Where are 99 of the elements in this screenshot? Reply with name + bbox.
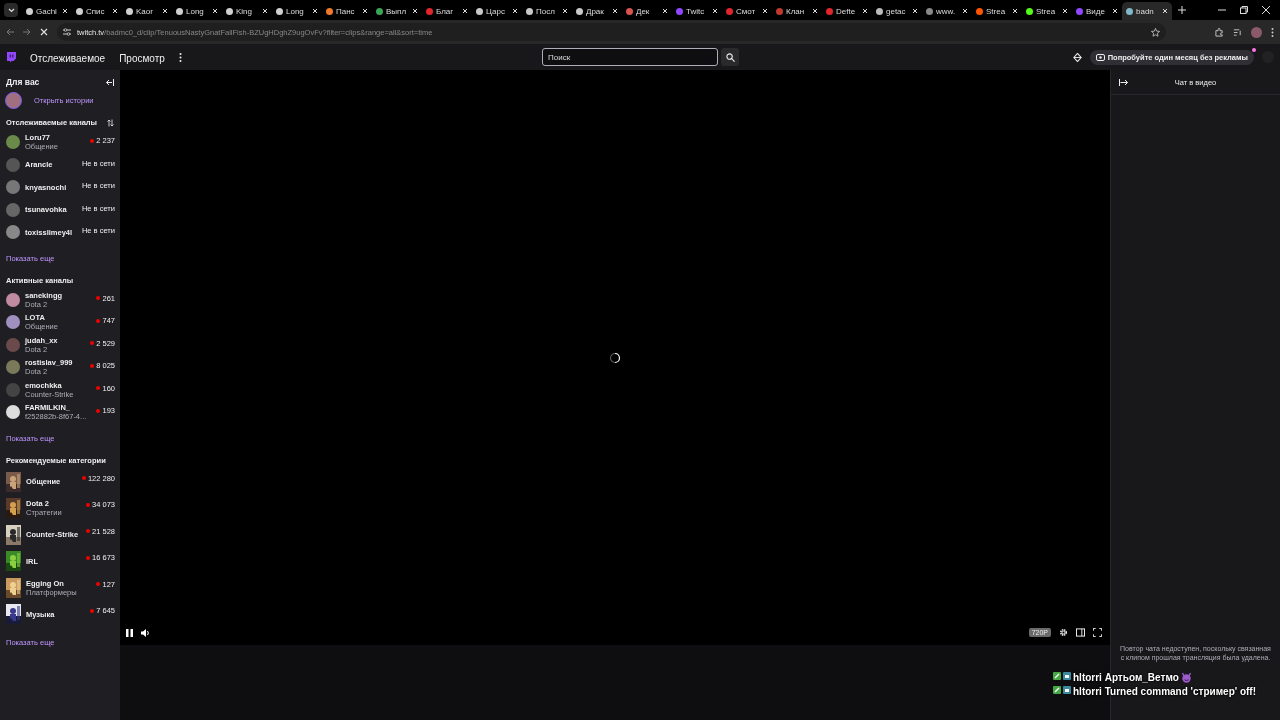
avatar-icon	[6, 292, 20, 307]
forward-icon[interactable]	[23, 28, 31, 36]
bookmark-star-icon[interactable]	[1151, 27, 1160, 37]
close-icon[interactable]	[1262, 6, 1270, 14]
close-icon[interactable]	[1012, 8, 1018, 14]
browser-tab[interactable]: Посл	[522, 2, 572, 20]
close-icon[interactable]	[1062, 8, 1068, 14]
avatar-icon	[6, 157, 20, 172]
close-icon[interactable]	[1162, 8, 1168, 14]
nav-link[interactable]: Отслеживаемое	[30, 53, 106, 64]
sort-icon[interactable]	[107, 118, 114, 127]
close-icon[interactable]	[212, 8, 218, 14]
loading-spinner-icon	[609, 351, 621, 364]
browser-tab[interactable]: Выпл	[372, 2, 422, 20]
tab-search-button[interactable]	[4, 3, 18, 17]
more-icon[interactable]	[178, 53, 182, 63]
avatar-icon	[6, 315, 20, 330]
browser-tab[interactable]: Смот	[722, 2, 772, 20]
browser-tab[interactable]: Панс	[322, 2, 372, 20]
close-icon[interactable]	[662, 8, 668, 14]
close-icon[interactable]	[412, 8, 418, 14]
avatar-icon	[6, 202, 20, 217]
site-info-icon[interactable]	[63, 28, 71, 36]
browser-tab[interactable]: Long	[272, 2, 322, 20]
avatar-icon[interactable]	[5, 92, 22, 109]
close-icon[interactable]	[112, 8, 118, 14]
stop-icon[interactable]	[40, 28, 48, 36]
caret-icon	[7, 7, 15, 13]
overlay-chat-message: hltorri Turned command 'стример' off!	[1073, 686, 1256, 698]
avatar-icon	[6, 225, 20, 240]
close-icon[interactable]	[812, 8, 818, 14]
browser-tab[interactable]: badn	[1122, 2, 1172, 20]
avatar-icon	[6, 360, 20, 375]
expand-chat-icon[interactable]	[1119, 78, 1128, 86]
close-icon[interactable]	[862, 8, 868, 14]
twitch-logo-icon[interactable]	[6, 51, 16, 63]
theater-mode-icon[interactable]	[1076, 628, 1085, 637]
browser-tab[interactable]: Gachi	[22, 2, 72, 20]
bot-badge-icon	[1063, 686, 1071, 694]
avatar-icon	[6, 180, 20, 195]
browser-tab[interactable]: Клан	[772, 2, 822, 20]
close-icon[interactable]	[162, 8, 168, 14]
back-icon[interactable]	[6, 28, 14, 36]
close-icon[interactable]	[562, 8, 568, 14]
close-icon[interactable]	[962, 8, 968, 14]
avatar-icon	[6, 135, 20, 150]
overlay-chat-message: hltorri Артьом_Ветмо	[1073, 672, 1179, 684]
browser-tab[interactable]: Царс	[472, 2, 522, 20]
avatar-icon	[6, 337, 20, 352]
close-icon[interactable]	[462, 8, 468, 14]
close-icon[interactable]	[312, 8, 318, 14]
search-icon	[725, 52, 735, 62]
browser-tab[interactable]: Defte	[822, 2, 872, 20]
browser-tab[interactable]: Kaor	[122, 2, 172, 20]
close-icon[interactable]	[362, 8, 368, 14]
browser-tab[interactable]: Дек	[622, 2, 672, 20]
close-icon[interactable]	[612, 8, 618, 14]
browser-tab[interactable]: Спис	[72, 2, 122, 20]
nav-link[interactable]: Просмотр	[119, 53, 165, 64]
close-icon[interactable]	[912, 8, 918, 14]
browser-tab[interactable]: Драк	[572, 2, 622, 20]
browser-tab[interactable]: King	[222, 2, 272, 20]
pencil-badge-icon	[1053, 686, 1061, 694]
close-icon[interactable]	[262, 8, 268, 14]
close-icon[interactable]	[762, 8, 768, 14]
profile-avatar[interactable]	[1251, 26, 1262, 38]
minimize-icon[interactable]	[1218, 6, 1226, 14]
browser-tab[interactable]: Twitc	[672, 2, 722, 20]
browser-tab[interactable]: getac	[872, 2, 922, 20]
sidebar-title: Для вас	[6, 77, 40, 87]
search-button[interactable]	[721, 48, 739, 66]
ad-icon	[1095, 53, 1105, 61]
browser-tab[interactable]: Виде	[1072, 2, 1122, 20]
collapse-icon[interactable]	[106, 78, 114, 86]
pause-icon[interactable]	[126, 628, 133, 637]
pencil-badge-icon	[1053, 672, 1061, 680]
devil-emote-icon	[1180, 672, 1192, 683]
settings-icon[interactable]	[1059, 628, 1068, 637]
bot-badge-icon	[1063, 672, 1071, 680]
menu-icon[interactable]	[1271, 27, 1274, 37]
close-icon[interactable]	[1112, 8, 1118, 14]
fullscreen-icon[interactable]	[1093, 628, 1102, 637]
browser-tab[interactable]: www.	[922, 2, 972, 20]
avatar-icon	[6, 405, 20, 420]
browser-tab[interactable]: Strea	[1022, 2, 1072, 20]
close-icon[interactable]	[62, 8, 68, 14]
close-icon[interactable]	[712, 8, 718, 14]
browser-tab[interactable]: Long	[172, 2, 222, 20]
restore-icon[interactable]	[1240, 6, 1248, 14]
diamond-icon[interactable]	[1072, 52, 1082, 62]
search-field[interactable]: Поиск	[542, 48, 718, 66]
media-icon[interactable]	[1233, 27, 1242, 37]
new-tab-icon[interactable]	[1178, 6, 1186, 14]
avatar-icon	[6, 382, 20, 397]
close-icon[interactable]	[512, 8, 518, 14]
extension-icon[interactable]	[1215, 27, 1224, 37]
volume-icon[interactable]	[141, 628, 150, 637]
browser-tab[interactable]: Strea	[972, 2, 1022, 20]
browser-tab[interactable]: Благ	[422, 2, 472, 20]
